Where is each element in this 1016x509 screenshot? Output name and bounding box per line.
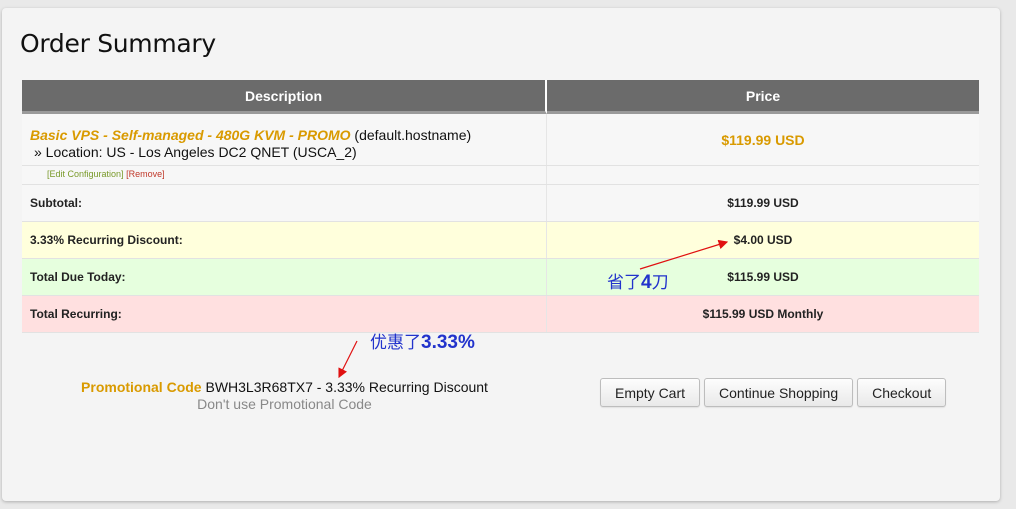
annotation-arrows <box>338 239 729 379</box>
arrow-to-promo-code <box>338 340 358 379</box>
arrow-to-discount-value <box>639 239 729 270</box>
